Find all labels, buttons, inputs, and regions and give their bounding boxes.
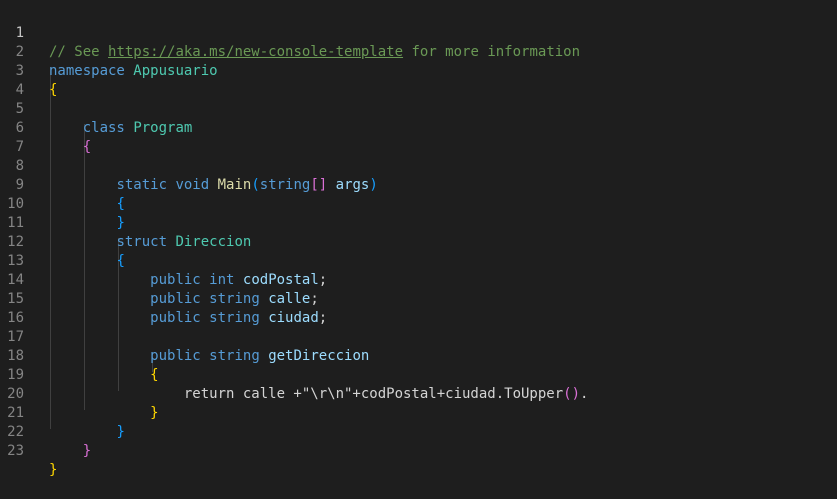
code-line[interactable]: 15 public string ciudad; [0,271,837,326]
code-line[interactable]: 19 return calle +"\r\n"+codPostal+ciudad… [0,347,837,402]
brace: } [49,462,58,478]
code-line[interactable]: 5 class Program [0,81,837,136]
code-line[interactable]: 17 public string getDireccion [0,309,837,364]
code-line[interactable]: 23 } [0,423,837,478]
code-line[interactable]: 14 public string calle; [0,252,837,307]
code-line[interactable]: 13 public int codPostal; [0,233,837,288]
code-line[interactable]: 3 { [0,43,837,98]
code-line[interactable]: 11 struct Direccion [0,195,837,250]
code-line[interactable]: 2 namespace Appusuario [0,24,837,79]
code-line[interactable]: 21 } [0,385,837,440]
code-line[interactable]: 1 // See https://aka.ms/new-console-temp… [0,5,837,60]
top-edge [0,0,837,3]
code-line[interactable]: 22 } [0,404,837,459]
line-number: 23 [7,443,24,459]
code-line[interactable]: 10 } [0,176,837,231]
brace: } [82,443,92,459]
code-line[interactable]: 9 { [0,157,837,212]
code-editor[interactable]: 1 // See https://aka.ms/new-console-temp… [0,0,837,478]
code-line[interactable]: 6 { [0,100,837,155]
code-line[interactable]: 8 static void Main(string[] args) [0,138,837,193]
code-line[interactable]: 18 { [0,328,837,383]
code-line[interactable]: 4 [0,62,837,98]
code-line[interactable]: 16 [0,290,837,326]
code-line[interactable]: 12 { [0,214,837,269]
code-line[interactable]: 20 } [0,366,837,421]
code-line[interactable]: 7 [0,119,837,155]
